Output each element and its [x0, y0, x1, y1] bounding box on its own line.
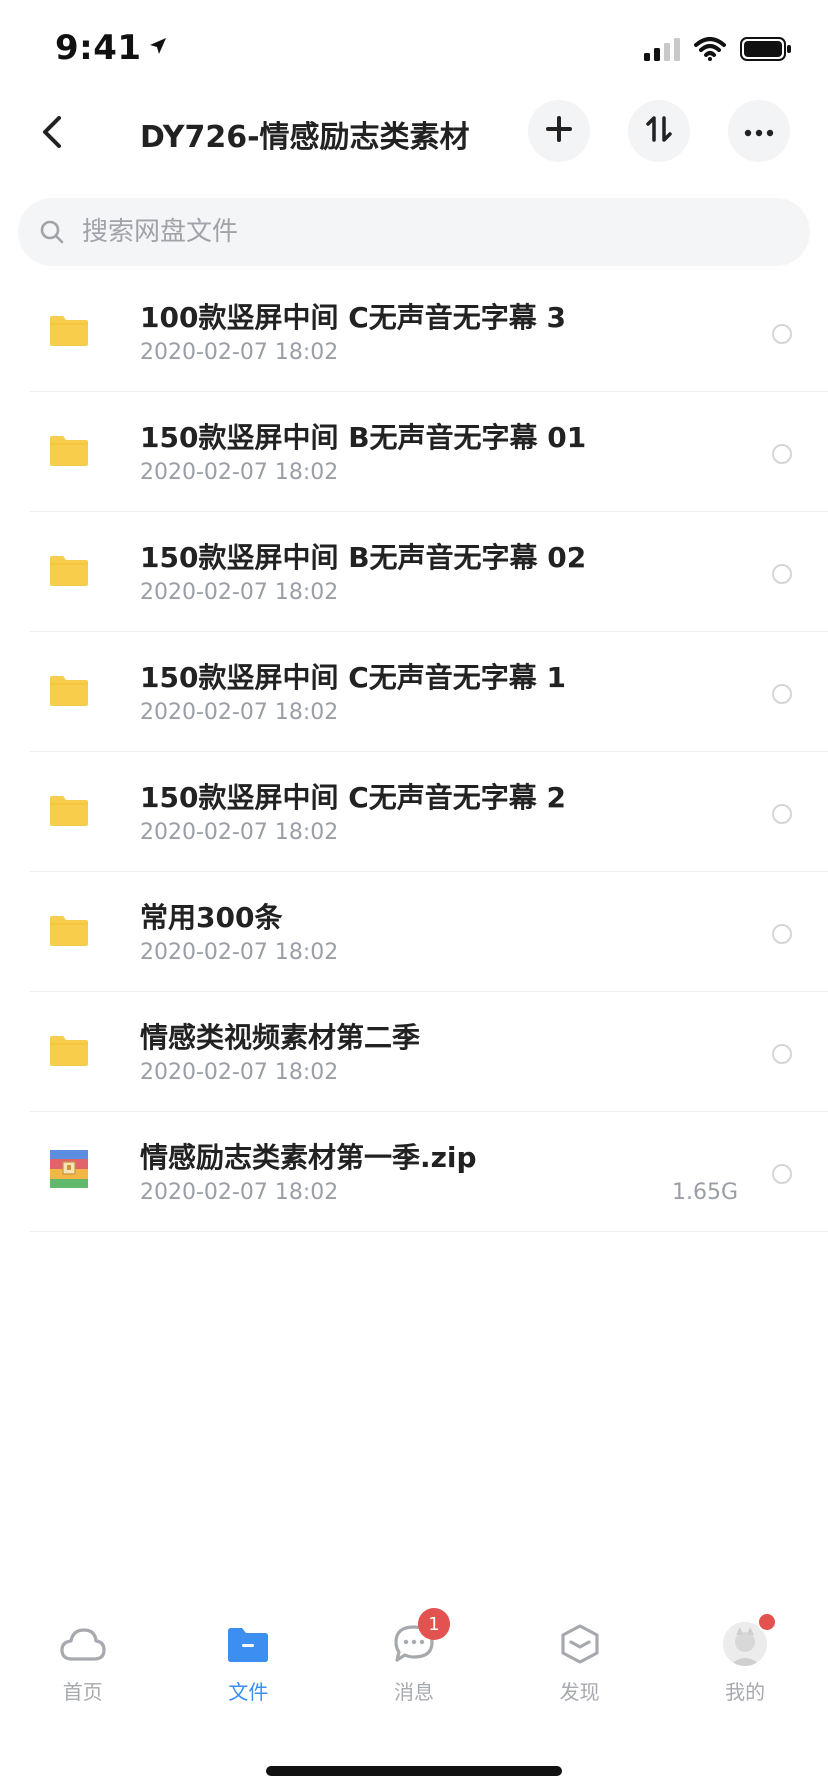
- select-radio[interactable]: [772, 444, 792, 464]
- select-radio[interactable]: [772, 924, 792, 944]
- location-arrow-icon: [148, 36, 168, 60]
- tab-home[interactable]: 首页: [0, 1620, 166, 1720]
- battery-icon: [740, 36, 792, 66]
- tab-discover[interactable]: 发现: [497, 1620, 663, 1720]
- list-item[interactable]: 150款竖屏中间 C无声音无字幕 1 2020-02-07 18:02: [0, 632, 828, 752]
- tab-label: 我的: [725, 1680, 766, 1704]
- select-radio[interactable]: [772, 564, 792, 584]
- select-radio[interactable]: [772, 804, 792, 824]
- file-size: 1.65G: [671, 1180, 738, 1205]
- list-item[interactable]: 100款竖屏中间 C无声音无字幕 3 2020-02-07 18:02: [0, 272, 828, 392]
- search-bar[interactable]: [18, 198, 810, 266]
- avatar-wrap: [721, 1612, 778, 1668]
- folder-icon: [50, 1034, 88, 1066]
- tab-messages[interactable]: 1 消息: [331, 1608, 497, 1720]
- file-name: 情感类视频素材第二季: [140, 1021, 421, 1054]
- sort-arrows-icon: [644, 114, 674, 148]
- list-item[interactable]: 150款竖屏中间 B无声音无字幕 02 2020-02-07 18:02: [0, 512, 828, 632]
- status-time: 9:41: [55, 28, 142, 68]
- search-icon: [36, 216, 68, 248]
- home-indicator: [266, 1766, 562, 1776]
- file-date: 2020-02-07 18:02: [140, 1180, 339, 1205]
- nav-bar: DY726-情感励志类素材: [0, 92, 828, 176]
- cube-icon: [556, 1620, 604, 1668]
- cellular-signal-icon: [644, 37, 680, 65]
- folder-icon: [50, 314, 88, 346]
- message-badge: 1: [417, 1608, 450, 1640]
- search-input[interactable]: [80, 216, 764, 248]
- more-dots-icon: [744, 122, 774, 141]
- status-indicators: [644, 36, 792, 66]
- zip-archive-icon: [50, 1150, 88, 1188]
- chevron-left-icon: [41, 115, 63, 153]
- tab-label: 消息: [393, 1680, 434, 1704]
- file-name: 150款竖屏中间 C无声音无字幕 2: [140, 781, 566, 814]
- more-button[interactable]: [728, 100, 790, 162]
- wifi-icon: [694, 37, 726, 65]
- folder-icon: [224, 1620, 272, 1668]
- file-date: 2020-02-07 18:02: [140, 340, 339, 365]
- file-date: 2020-02-07 18:02: [140, 940, 339, 965]
- add-button[interactable]: [528, 100, 590, 162]
- file-name: 150款竖屏中间 B无声音无字幕 02: [140, 541, 587, 574]
- file-name: 常用300条: [140, 901, 283, 934]
- tab-label: 首页: [62, 1680, 103, 1704]
- chat-bubble-icon: 1: [390, 1608, 450, 1668]
- tab-profile[interactable]: 我的: [662, 1612, 828, 1720]
- file-date: 2020-02-07 18:02: [140, 820, 339, 845]
- file-name: 情感励志类素材第一季.zip: [140, 1141, 477, 1174]
- list-item[interactable]: 情感励志类素材第一季.zip 2020-02-07 18:02 1.65G: [0, 1112, 828, 1232]
- file-list: 100款竖屏中间 C无声音无字幕 3 2020-02-07 18:02 150款…: [0, 272, 828, 1232]
- folder-icon: [50, 914, 88, 946]
- cloud-icon: [59, 1620, 107, 1668]
- select-radio[interactable]: [772, 1044, 792, 1064]
- notification-dot: [757, 1612, 778, 1632]
- list-item[interactable]: 150款竖屏中间 B无声音无字幕 01 2020-02-07 18:02: [0, 392, 828, 512]
- tab-files[interactable]: 文件: [166, 1620, 332, 1720]
- page-title: DY726-情感励志类素材: [140, 120, 470, 155]
- select-radio[interactable]: [772, 1164, 792, 1184]
- file-name: 100款竖屏中间 C无声音无字幕 3: [140, 301, 566, 334]
- select-radio[interactable]: [772, 324, 792, 344]
- list-item[interactable]: 情感类视频素材第二季 2020-02-07 18:02: [0, 992, 828, 1112]
- status-bar: 9:41: [0, 0, 828, 100]
- list-item[interactable]: 常用300条 2020-02-07 18:02: [0, 872, 828, 992]
- select-radio[interactable]: [772, 684, 792, 704]
- folder-icon: [50, 434, 88, 466]
- tab-label: 发现: [559, 1680, 600, 1704]
- tab-bar: 首页 文件 1 消息 发现 我的: [0, 1608, 828, 1720]
- folder-icon: [50, 794, 88, 826]
- file-name: 150款竖屏中间 C无声音无字幕 1: [140, 661, 566, 694]
- file-date: 2020-02-07 18:02: [140, 1060, 339, 1085]
- back-button[interactable]: [30, 110, 74, 158]
- file-date: 2020-02-07 18:02: [140, 580, 339, 605]
- file-name: 150款竖屏中间 B无声音无字幕 01: [140, 421, 587, 454]
- sort-button[interactable]: [628, 100, 690, 162]
- folder-icon: [50, 674, 88, 706]
- file-date: 2020-02-07 18:02: [140, 460, 339, 485]
- status-time-group: 9:41: [55, 28, 168, 68]
- folder-icon: [50, 554, 88, 586]
- plus-icon: [545, 115, 573, 147]
- file-date: 2020-02-07 18:02: [140, 700, 339, 725]
- tab-label: 文件: [228, 1680, 269, 1704]
- list-item[interactable]: 150款竖屏中间 C无声音无字幕 2 2020-02-07 18:02: [0, 752, 828, 872]
